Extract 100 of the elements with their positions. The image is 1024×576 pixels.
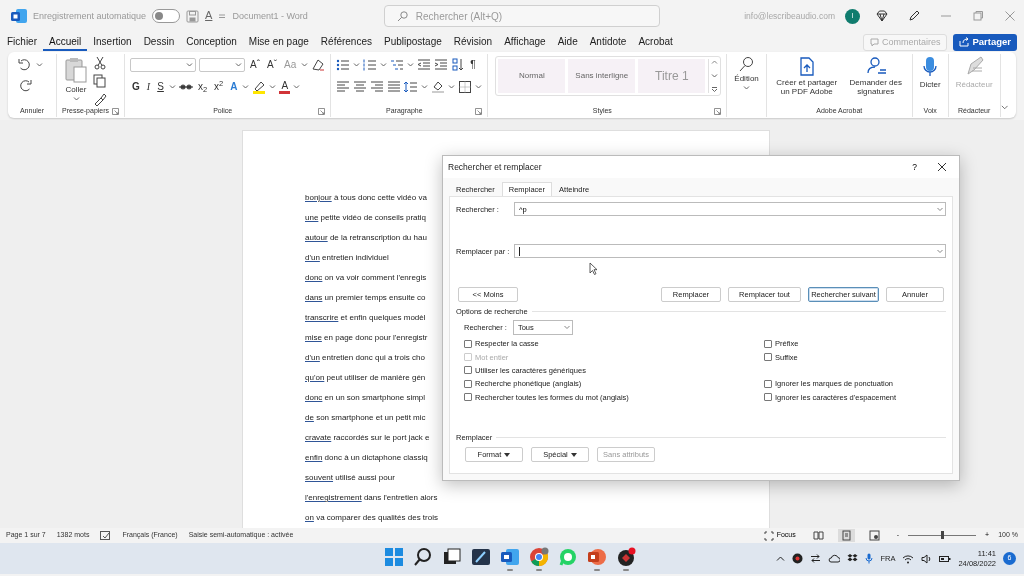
numbering-icon[interactable] <box>363 58 378 72</box>
customize-icon[interactable] <box>218 12 227 20</box>
copy-icon[interactable] <box>93 74 107 88</box>
caret-icon[interactable] <box>72 96 80 103</box>
shading-icon[interactable] <box>431 80 446 94</box>
menu-tab[interactable]: Références <box>314 33 378 51</box>
menu-tab[interactable]: Accueil <box>43 33 88 51</box>
caret-icon[interactable] <box>353 62 361 68</box>
dialog-launcher-icon[interactable] <box>112 108 120 115</box>
presentation-app-icon[interactable] <box>587 546 607 571</box>
box-stack-icon[interactable] <box>847 553 859 564</box>
more-styles-icon[interactable] <box>711 86 719 93</box>
highlighter-icon[interactable] <box>252 80 267 94</box>
wifi-icon[interactable] <box>902 553 915 564</box>
share-button[interactable]: Partager <box>953 33 1017 51</box>
document-app-icon[interactable] <box>500 546 520 571</box>
checkbox[interactable] <box>464 339 472 348</box>
sync-icon[interactable] <box>810 553 822 564</box>
caret-icon[interactable] <box>36 62 43 68</box>
italic-button[interactable]: I <box>144 82 153 92</box>
recorder-app-icon[interactable] <box>616 546 636 571</box>
editing-button[interactable]: Édition <box>732 56 761 92</box>
print-layout-button[interactable] <box>837 529 855 542</box>
format-painter-icon[interactable] <box>93 92 107 106</box>
underline-button[interactable]: S <box>155 82 166 92</box>
increase-indent-icon[interactable] <box>434 58 449 72</box>
checkbox[interactable] <box>764 379 772 388</box>
caret-icon[interactable] <box>743 85 751 92</box>
bold-button[interactable]: G <box>130 82 142 92</box>
caret-icon[interactable] <box>168 84 176 90</box>
caret-icon[interactable] <box>293 84 301 90</box>
save-icon[interactable] <box>186 9 200 23</box>
superscript-button[interactable]: x$^{2}$ <box>212 82 226 92</box>
search-field[interactable]: Rechercher (Alt+Q) <box>415 6 659 26</box>
acrobat-button[interactable]: Créer et partager un PDF Adobe <box>771 56 842 97</box>
caret-icon[interactable] <box>301 62 309 68</box>
checkbox[interactable] <box>464 379 472 388</box>
search-box[interactable]: Rechercher (Alt+Q) <box>383 5 660 27</box>
pen-icon[interactable] <box>908 10 920 22</box>
font-color-button[interactable]: A <box>205 9 213 23</box>
menu-tab[interactable]: Insertion <box>87 33 138 51</box>
acrobat-button[interactable]: Demander des signatures <box>844 56 907 97</box>
slider-thumb[interactable] <box>941 531 945 540</box>
menu-tab[interactable]: Dessin <box>137 33 181 51</box>
caret-icon[interactable] <box>475 84 483 90</box>
checkbox[interactable] <box>764 393 772 402</box>
align-center-icon[interactable] <box>353 80 368 94</box>
style-tile[interactable]: Sans interligne <box>568 59 636 93</box>
tray-app-icon[interactable] <box>792 553 804 564</box>
redo-icon[interactable] <box>17 78 33 94</box>
style-tile[interactable]: Normal <box>498 59 566 93</box>
text-effects-button[interactable]: A <box>228 82 240 92</box>
align-left-icon[interactable] <box>336 80 351 94</box>
cut-icon[interactable] <box>93 56 107 70</box>
volume-icon[interactable] <box>921 553 933 564</box>
align-right-icon[interactable] <box>370 80 385 94</box>
checkbox[interactable] <box>464 366 472 375</box>
caret-icon[interactable] <box>242 84 250 90</box>
decrease-indent-icon[interactable] <box>417 58 432 72</box>
battery-icon[interactable] <box>939 554 952 563</box>
restore-icon[interactable] <box>972 10 984 22</box>
menu-tab[interactable]: Publipostage <box>378 33 448 51</box>
menu-tab[interactable]: Antidote <box>583 33 633 51</box>
checkbox[interactable] <box>764 339 772 348</box>
paste-button[interactable]: Coller <box>62 56 90 103</box>
caret-icon[interactable] <box>186 62 194 68</box>
caret-icon[interactable] <box>235 62 243 68</box>
caret-icon[interactable] <box>421 84 429 90</box>
caret-icon[interactable] <box>448 84 456 90</box>
subscript-button[interactable]: x$_{2}$ <box>195 82 210 92</box>
menu-tab[interactable]: Révision <box>447 33 499 51</box>
chevron-up-icon[interactable] <box>776 555 786 562</box>
menu-tab[interactable]: Conception <box>180 33 243 51</box>
grow-font-button[interactable]: Aˆ <box>248 60 263 70</box>
clear-formatting-icon[interactable] <box>311 58 326 72</box>
caret-icon[interactable] <box>380 62 388 68</box>
caret-icon[interactable] <box>711 72 719 79</box>
close-icon[interactable] <box>937 162 947 172</box>
menu-tab[interactable]: Mise en page <box>242 33 315 51</box>
pilcrow-button[interactable]: ¶ <box>468 60 478 70</box>
autosave-toggle[interactable] <box>152 9 181 23</box>
microphone-icon[interactable] <box>865 553 874 564</box>
checkbox[interactable] <box>764 353 772 362</box>
menu-tab[interactable]: Acrobat <box>632 33 679 51</box>
font-color-button[interactable]: A <box>279 80 291 94</box>
collapse-ribbon-icon[interactable] <box>1000 104 1008 111</box>
menu-tab[interactable]: Affichage <box>498 33 552 51</box>
diamond-icon[interactable] <box>876 10 888 22</box>
cloud-icon[interactable] <box>828 554 841 563</box>
dialog-launcher-icon[interactable] <box>475 107 483 115</box>
multilevel-list-icon[interactable] <box>390 58 405 72</box>
dialog-launcher-icon[interactable] <box>318 107 326 115</box>
menu-tab[interactable]: Fichier <box>1 33 43 51</box>
checkbox[interactable] <box>464 393 472 402</box>
shrink-font-button[interactable]: Aˇ <box>265 60 280 70</box>
bullets-icon[interactable] <box>336 58 351 72</box>
undo-icon[interactable] <box>17 57 33 73</box>
sort-icon[interactable] <box>451 58 466 72</box>
borders-icon[interactable] <box>458 80 473 94</box>
browser-icon[interactable] <box>529 546 549 571</box>
